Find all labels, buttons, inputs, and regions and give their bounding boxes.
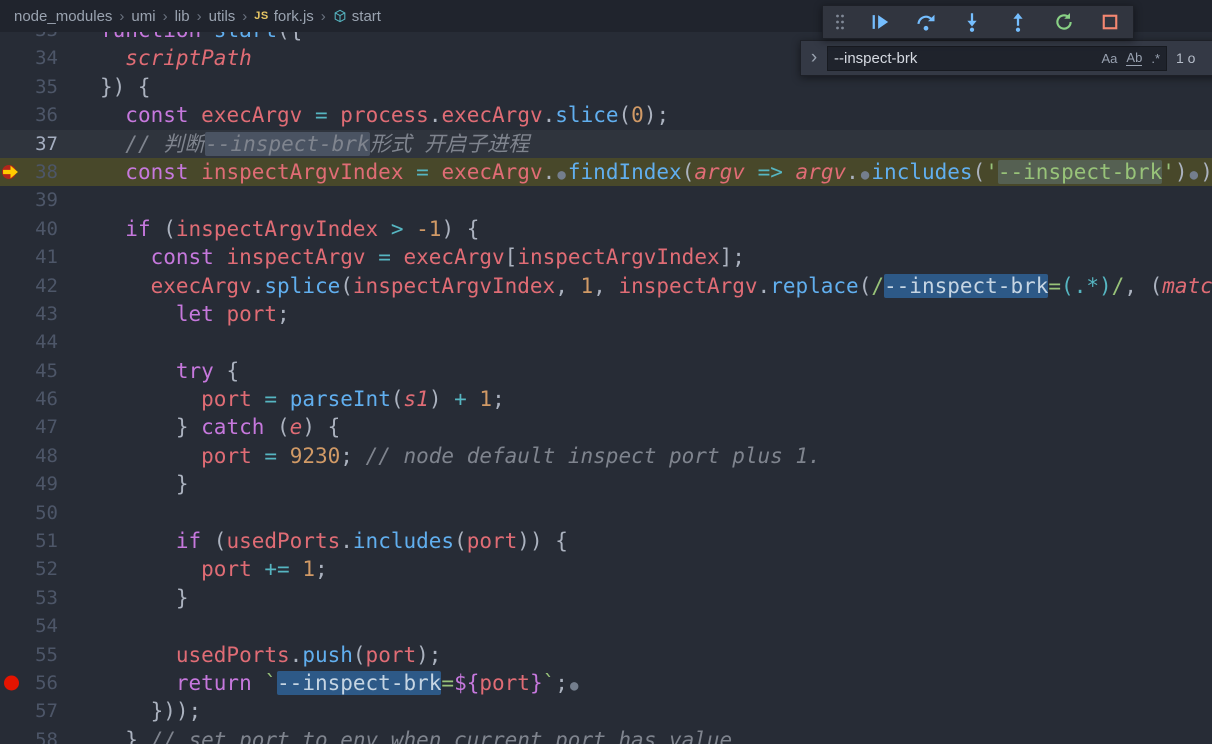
find-query-text[interactable]: --inspect-brk bbox=[834, 50, 1102, 67]
continue-button[interactable] bbox=[867, 9, 893, 35]
breakpoint-icon[interactable] bbox=[4, 675, 19, 691]
line-number[interactable]: 37 bbox=[0, 130, 58, 158]
inline-breakpoint-dot[interactable]: ● bbox=[568, 672, 581, 700]
line-number[interactable]: 52 bbox=[0, 555, 58, 583]
line-number[interactable]: 47 bbox=[0, 413, 58, 441]
debug-current-line-icon bbox=[2, 164, 19, 181]
regex-toggle[interactable]: .* bbox=[1151, 51, 1160, 66]
line-number[interactable]: 50 bbox=[0, 499, 58, 527]
code-line-56[interactable]: 56 return `--inspect-brk=${port}`; ● bbox=[0, 669, 1212, 697]
line-number[interactable]: 58 bbox=[0, 726, 58, 744]
line-number[interactable]: 51 bbox=[0, 527, 58, 555]
line-number[interactable]: 55 bbox=[0, 641, 58, 669]
line-number[interactable]: 53 bbox=[0, 584, 58, 612]
symbol-cube-icon bbox=[333, 9, 347, 23]
find-results-count: 1 o bbox=[1176, 50, 1196, 66]
editor[interactable]: 33function start({34 scriptPath35}) {36 … bbox=[0, 32, 1212, 744]
breadcrumb-separator-icon: › bbox=[242, 7, 248, 25]
code-line-50[interactable]: 50 bbox=[0, 499, 1212, 527]
code-line-43[interactable]: 43 let port; bbox=[0, 300, 1212, 328]
inline-breakpoint-dot[interactable]: ● bbox=[555, 161, 568, 189]
line-number[interactable]: 46 bbox=[0, 385, 58, 413]
step-out-button[interactable] bbox=[1005, 9, 1031, 35]
code-line-58[interactable]: 58 } // set port to env when current por… bbox=[0, 726, 1212, 744]
code-line-49[interactable]: 49 } bbox=[0, 470, 1212, 498]
code-line-55[interactable]: 55 usedPorts.push(port); bbox=[0, 641, 1212, 669]
code-line-53[interactable]: 53 } bbox=[0, 584, 1212, 612]
code-line-45[interactable]: 45 try { bbox=[0, 357, 1212, 385]
line-number[interactable]: 40 bbox=[0, 215, 58, 243]
stop-button[interactable] bbox=[1097, 9, 1123, 35]
find-input[interactable]: --inspect-brk Aa Ab .* bbox=[827, 45, 1167, 71]
breadcrumb-item-utils[interactable]: utils bbox=[209, 8, 236, 25]
js-file-icon: JS bbox=[254, 10, 269, 22]
line-number[interactable]: 36 bbox=[0, 101, 58, 129]
inline-breakpoint-dot[interactable]: ● bbox=[859, 161, 872, 189]
drag-handle[interactable] bbox=[833, 9, 847, 35]
line-number[interactable]: 45 bbox=[0, 357, 58, 385]
code-line-42[interactable]: 42 execArgv.splice(inspectArgvIndex, 1, … bbox=[0, 272, 1212, 300]
breadcrumb-separator-icon: › bbox=[119, 7, 125, 25]
line-number[interactable]: 57 bbox=[0, 697, 58, 725]
line-number[interactable]: 34 bbox=[0, 44, 58, 72]
code-area: 33function start({34 scriptPath35}) {36 … bbox=[0, 32, 1212, 744]
find-match-highlight: --inspect-brk bbox=[997, 159, 1163, 184]
whole-word-toggle[interactable]: Ab bbox=[1126, 50, 1143, 66]
breadcrumb-item-start[interactable]: start bbox=[352, 8, 381, 25]
inline-breakpoint-dot[interactable]: ● bbox=[1188, 161, 1201, 189]
match-case-toggle[interactable]: Aa bbox=[1102, 51, 1118, 66]
code-line-52[interactable]: 52 port += 1; bbox=[0, 555, 1212, 583]
code-line-47[interactable]: 47 } catch (e) { bbox=[0, 413, 1212, 441]
breadcrumb-item-node-modules[interactable]: node_modules bbox=[14, 8, 112, 25]
code-line-36[interactable]: 36 const execArgv = process.execArgv.sli… bbox=[0, 101, 1212, 129]
selection-match-highlight: --inspect-brk bbox=[277, 670, 442, 695]
breadcrumb-item-lib[interactable]: lib bbox=[175, 8, 190, 25]
line-number[interactable]: 41 bbox=[0, 243, 58, 271]
breadcrumb-separator-icon: › bbox=[320, 7, 326, 25]
debug-toolbar bbox=[822, 5, 1134, 39]
line-number[interactable]: 54 bbox=[0, 612, 58, 640]
code-line-48[interactable]: 48 port = 9230; // node default inspect … bbox=[0, 442, 1212, 470]
find-widget: › --inspect-brk Aa Ab .* 1 o bbox=[800, 40, 1212, 76]
code-line-57[interactable]: 57 })); bbox=[0, 697, 1212, 725]
selection-match-highlight: --inspect-brk bbox=[884, 273, 1049, 298]
step-over-button[interactable] bbox=[913, 9, 939, 35]
code-line-44[interactable]: 44 bbox=[0, 328, 1212, 356]
line-number[interactable]: 35 bbox=[0, 73, 58, 101]
line-number[interactable]: 33 bbox=[0, 32, 58, 44]
code-line-46[interactable]: 46 port = parseInt(s1) + 1; bbox=[0, 385, 1212, 413]
line-number[interactable]: 43 bbox=[0, 300, 58, 328]
breadcrumb-item-fork-js[interactable]: fork.js bbox=[274, 8, 314, 25]
line-number[interactable]: 48 bbox=[0, 442, 58, 470]
code-line-38[interactable]: 38 const inspectArgvIndex = execArgv. ● fi… bbox=[0, 157, 1212, 189]
code-line-54[interactable]: 54 bbox=[0, 612, 1212, 640]
find-match-highlight: --inspect-brk bbox=[205, 131, 370, 156]
line-number[interactable]: 49 bbox=[0, 470, 58, 498]
breadcrumb-separator-icon: › bbox=[196, 7, 202, 25]
code-line-35[interactable]: 35}) { bbox=[0, 73, 1212, 101]
breadcrumb-item-umi[interactable]: umi bbox=[131, 8, 155, 25]
restart-button[interactable] bbox=[1051, 9, 1077, 35]
code-line-37[interactable]: 37 // 判断--inspect-brk形式 开启子进程 bbox=[0, 129, 1212, 158]
line-number[interactable]: 39 bbox=[0, 186, 58, 214]
code-line-40[interactable]: 40 if (inspectArgvIndex > -1) { bbox=[0, 215, 1212, 243]
code-line-51[interactable]: 51 if (usedPorts.includes(port)) { bbox=[0, 527, 1212, 555]
step-into-button[interactable] bbox=[959, 9, 985, 35]
find-toggles: Aa Ab .* bbox=[1102, 50, 1160, 66]
code-line-39[interactable]: 39 bbox=[0, 186, 1212, 214]
toggle-replace-button[interactable]: › bbox=[805, 41, 823, 75]
line-number[interactable]: 42 bbox=[0, 272, 58, 300]
line-number[interactable]: 44 bbox=[0, 328, 58, 356]
code-line-41[interactable]: 41 const inspectArgv = execArgv[inspectA… bbox=[0, 243, 1212, 271]
breadcrumb-separator-icon: › bbox=[162, 7, 168, 25]
